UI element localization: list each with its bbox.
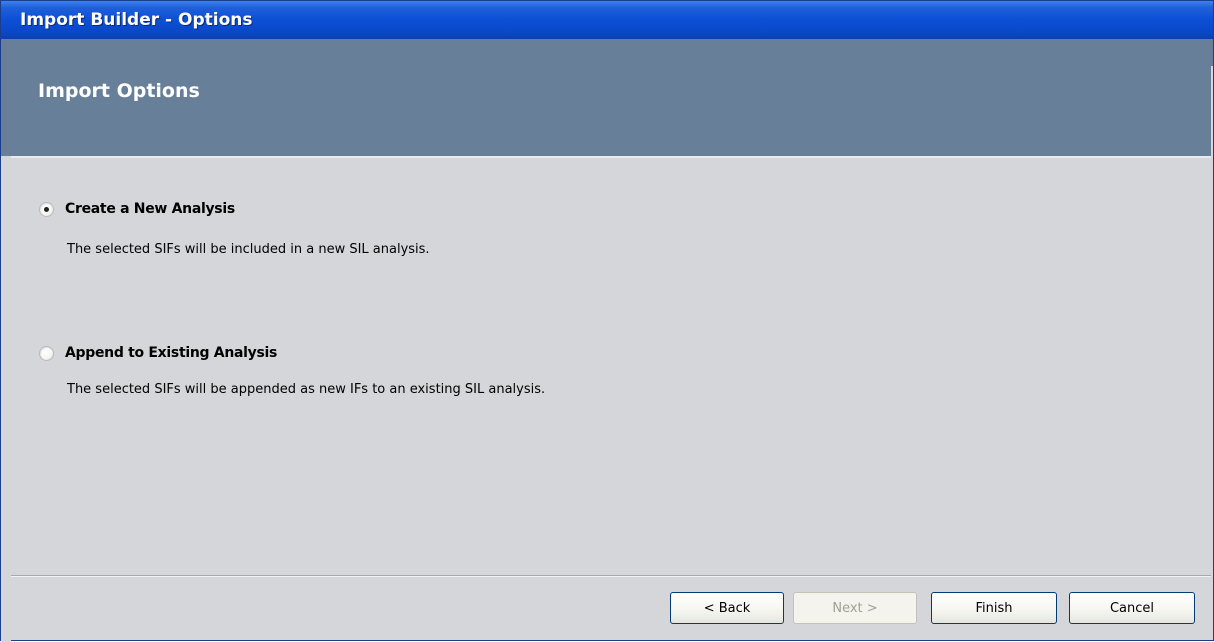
create-new-analysis-radio[interactable]: [39, 201, 54, 217]
option-append-existing-analysis[interactable]: Append to Existing Analysis: [39, 345, 277, 361]
header-band-top: [1, 39, 1213, 66]
cancel-button[interactable]: Cancel: [1069, 592, 1195, 624]
append-existing-analysis-label[interactable]: Append to Existing Analysis: [65, 345, 277, 361]
back-button[interactable]: < Back: [670, 592, 784, 624]
append-existing-analysis-description: The selected SIFs will be appended as ne…: [67, 382, 546, 397]
title-bar[interactable]: Import Builder - Options: [1, 1, 1213, 39]
import-builder-window: Import Builder - Options Import Options …: [0, 0, 1214, 642]
next-button: Next >: [793, 592, 917, 624]
append-existing-analysis-radio[interactable]: [39, 345, 54, 361]
create-new-analysis-description: The selected SIFs will be included in a …: [67, 242, 430, 257]
finish-button[interactable]: Finish: [931, 592, 1057, 624]
header-band-left: [1, 39, 11, 156]
left-margin: [1, 156, 11, 642]
options-panel: [11, 158, 1211, 575]
page-title: Import Options: [38, 80, 200, 102]
create-new-analysis-label[interactable]: Create a New Analysis: [65, 201, 235, 217]
window-title: Import Builder - Options: [20, 10, 253, 30]
option-create-new-analysis[interactable]: Create a New Analysis: [39, 201, 235, 217]
